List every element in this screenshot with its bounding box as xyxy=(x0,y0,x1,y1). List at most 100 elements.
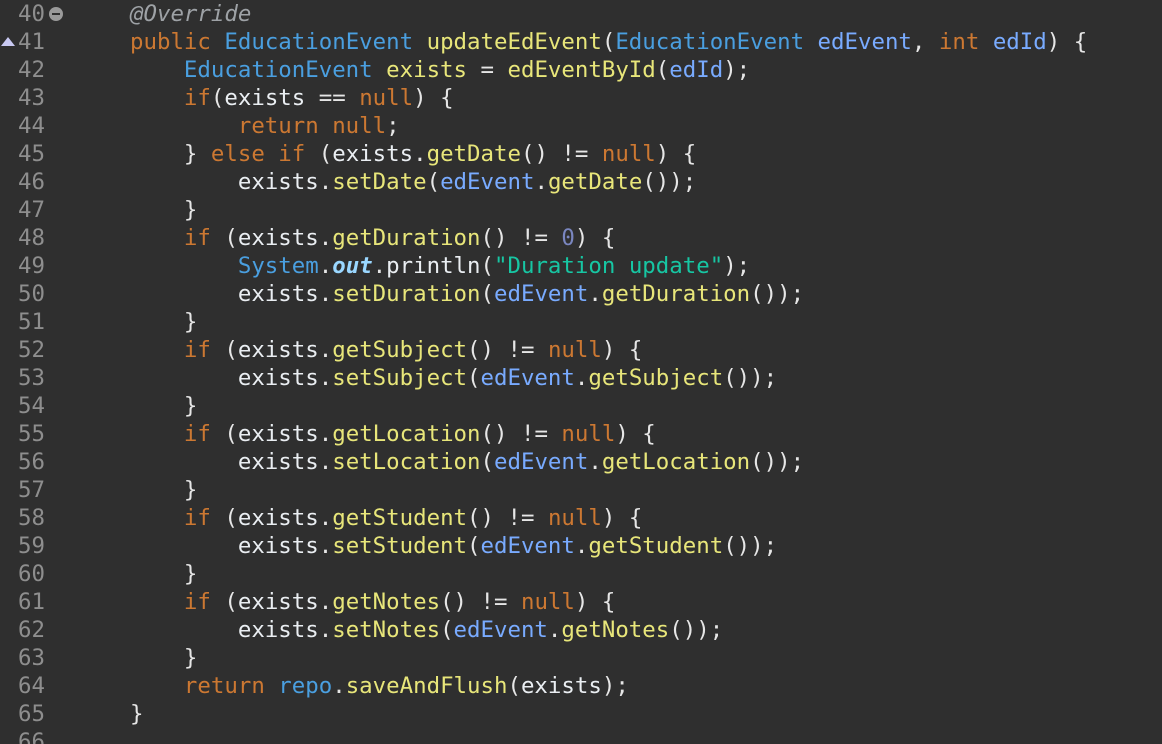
code-token: null xyxy=(561,421,616,447)
code-token: ( xyxy=(601,29,616,55)
code-line[interactable]: 65} xyxy=(0,700,1162,728)
code-token: ) { xyxy=(574,589,616,615)
code-line[interactable]: 63 } xyxy=(0,644,1162,672)
code-token: if xyxy=(183,85,211,111)
code-line[interactable]: 50 exists.setDuration(edEvent.getDuratio… xyxy=(0,280,1162,308)
code-token: "Duration update" xyxy=(494,253,724,279)
code-line[interactable]: 60 } xyxy=(0,560,1162,588)
code-line[interactable]: 47 } xyxy=(0,196,1162,224)
code-token: edEvent xyxy=(440,169,535,195)
code-token: ) { xyxy=(413,85,454,111)
line-number: 51 xyxy=(18,309,45,335)
code-token: getSubject xyxy=(588,365,724,391)
code-token: int xyxy=(938,29,993,55)
code-token: setNotes xyxy=(332,617,441,643)
code-token: if xyxy=(183,589,225,615)
code-line[interactable]: 66 xyxy=(0,728,1162,744)
code-text: return repo.saveAndFlush(exists); xyxy=(130,672,629,700)
code-token: getStudent xyxy=(588,533,724,559)
code-token: exists xyxy=(237,505,319,531)
code-line[interactable]: 55 if (exists.getLocation() != null) { xyxy=(0,420,1162,448)
line-number: 41 xyxy=(18,29,45,55)
code-token: exists xyxy=(520,673,602,699)
override-triangle-icon[interactable] xyxy=(1,37,15,46)
line-number: 60 xyxy=(18,561,45,587)
line-number: 59 xyxy=(18,533,45,559)
code-editor[interactable]: 40 @Override 41 public EducationEvent updat… xyxy=(0,0,1162,744)
code-line[interactable]: 45 } else if (exists.getDate() != null) … xyxy=(0,140,1162,168)
code-token: ); xyxy=(601,673,629,699)
code-text: exists.setLocation(edEvent.getLocation()… xyxy=(130,448,804,476)
code-token: } xyxy=(183,197,198,223)
code-text: exists.setStudent(edEvent.getStudent()); xyxy=(130,532,777,560)
code-token: () != xyxy=(480,421,562,447)
line-number: 48 xyxy=(18,225,45,251)
code-line[interactable]: 64 return repo.saveAndFlush(exists); xyxy=(0,672,1162,700)
code-line[interactable]: 56 exists.setLocation(edEvent.getLocatio… xyxy=(0,448,1162,476)
code-token: exists xyxy=(237,589,319,615)
code-token: ) { xyxy=(1046,29,1088,55)
code-token: getStudent xyxy=(332,505,468,531)
code-line[interactable]: 52 if (exists.getSubject() != null) { xyxy=(0,336,1162,364)
code-token: exists xyxy=(237,337,319,363)
code-token: getNotes xyxy=(561,617,670,643)
code-token: exists xyxy=(237,169,319,195)
code-text: public EducationEvent updateEdEvent(Educ… xyxy=(130,28,1087,56)
code-line[interactable]: 40 @Override xyxy=(0,0,1162,28)
line-number: 54 xyxy=(18,393,45,419)
code-token: updateEdEvent xyxy=(426,29,602,55)
code-line[interactable]: 46 exists.setDate(edEvent.getDate()); xyxy=(0,168,1162,196)
code-token: () != xyxy=(520,141,602,167)
code-text: if (exists.getStudent() != null) { xyxy=(130,504,642,532)
code-line[interactable]: 57 } xyxy=(0,476,1162,504)
code-token: . xyxy=(318,253,333,279)
code-line[interactable]: 49 System.out.println("Duration update")… xyxy=(0,252,1162,280)
line-number: 56 xyxy=(18,449,45,475)
code-token: exists xyxy=(237,421,319,447)
code-token: edId xyxy=(992,29,1047,55)
code-line[interactable]: 43 if(exists == null) { xyxy=(0,84,1162,112)
code-token: ( xyxy=(426,169,441,195)
code-line[interactable]: 54 } xyxy=(0,392,1162,420)
code-token: . xyxy=(318,589,333,615)
code-line[interactable]: 62 exists.setNotes(edEvent.getNotes()); xyxy=(0,616,1162,644)
code-token: null xyxy=(547,337,602,363)
code-token: } xyxy=(183,309,198,335)
code-text: } xyxy=(130,644,197,672)
code-token: println xyxy=(386,253,481,279)
line-number: 65 xyxy=(18,701,45,727)
code-token: ) { xyxy=(655,141,697,167)
code-token: if xyxy=(183,225,225,251)
code-line[interactable]: 41 public EducationEvent updateEdEvent(Ed… xyxy=(0,28,1162,56)
code-text: @Override xyxy=(130,0,251,28)
code-line[interactable]: 51 } xyxy=(0,308,1162,336)
line-number: 63 xyxy=(18,645,45,671)
code-line[interactable]: 44 return null; xyxy=(0,112,1162,140)
code-token: setDate xyxy=(332,169,427,195)
line-number: 57 xyxy=(18,477,45,503)
line-number: 47 xyxy=(18,197,45,223)
line-number: 43 xyxy=(18,85,45,111)
code-token: . xyxy=(318,169,333,195)
code-token: out xyxy=(332,253,373,279)
code-line[interactable]: 61 if (exists.getNotes() != null) { xyxy=(0,588,1162,616)
code-token: . xyxy=(332,673,346,699)
code-line[interactable]: 53 exists.setSubject(edEvent.getSubject(… xyxy=(0,364,1162,392)
code-text: System.out.println("Duration update"); xyxy=(130,252,750,280)
code-token: } xyxy=(183,561,198,587)
code-text: } else if (exists.getDate() != null) { xyxy=(130,140,696,168)
code-line[interactable]: 59 exists.setStudent(edEvent.getStudent(… xyxy=(0,532,1162,560)
code-text: exists.setNotes(edEvent.getNotes()); xyxy=(130,616,723,644)
code-line[interactable]: 58 if (exists.getStudent() != null) { xyxy=(0,504,1162,532)
code-line[interactable]: 48 if (exists.getDuration() != 0) { xyxy=(0,224,1162,252)
line-number: 49 xyxy=(18,253,45,279)
code-line[interactable]: 42 EducationEvent exists = edEventById(e… xyxy=(0,56,1162,84)
code-text: if (exists.getNotes() != null) { xyxy=(130,588,615,616)
code-token: . xyxy=(318,225,333,251)
fold-collapse-icon[interactable] xyxy=(49,7,63,21)
